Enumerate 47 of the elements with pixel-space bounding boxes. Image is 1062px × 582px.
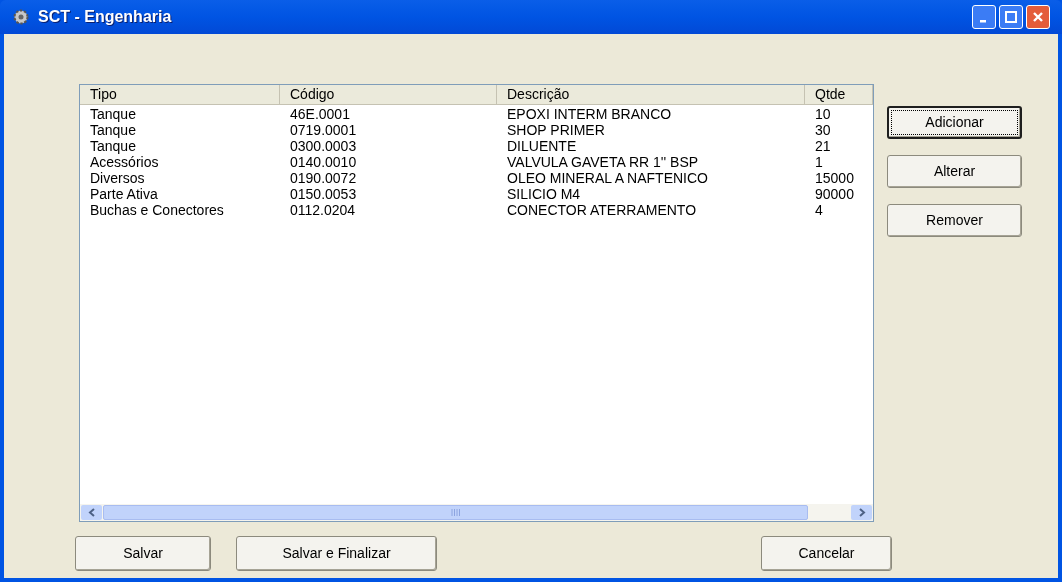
table-cell-text: 4 <box>814 202 824 218</box>
push-button[interactable]: Salvar e Finalizar <box>236 536 437 571</box>
table-cell-text: 0719.0001 <box>289 122 358 138</box>
push-button[interactable]: Remover <box>887 204 1022 237</box>
column-header[interactable]: Descrição <box>497 85 805 104</box>
gear-icon <box>12 8 30 26</box>
table-cell-text: SHOP PRIMER <box>506 122 606 138</box>
close-icon[interactable] <box>1026 5 1050 29</box>
table-cell-text: 90000 <box>814 186 855 202</box>
table-cell-text: 10 <box>814 106 832 122</box>
table-cell-text: 0112.0204 <box>289 202 357 218</box>
table-cell-text: Tanque <box>89 106 137 122</box>
scroll-right-icon[interactable] <box>851 505 872 520</box>
table-cell-text: Buchas e Conectores <box>89 202 225 218</box>
minimize-icon[interactable] <box>972 5 996 29</box>
table-cell-text: 0140.0010 <box>289 154 358 170</box>
window-title: SCT - Engenharia <box>38 7 172 27</box>
table-cell-text: Tanque <box>89 138 137 154</box>
table-cell-text: 0190.0072 <box>289 170 358 186</box>
table-cell-text: 0150.0053 <box>289 186 358 202</box>
table-cell-text: 21 <box>814 138 832 154</box>
table-cell-text: Acessórios <box>89 154 160 170</box>
maximize-icon[interactable] <box>999 5 1023 29</box>
table-cell-text: Diversos <box>89 170 146 186</box>
table-cell-text: Parte Ativa <box>89 186 159 202</box>
table-cell-text: CONECTOR ATERRAMENTO <box>506 202 698 218</box>
column-header[interactable]: Qtde <box>805 85 873 104</box>
push-button[interactable]: Alterar <box>887 155 1022 188</box>
table-cell-text: SILICIO M4 <box>506 186 582 202</box>
table-cell-text: 30 <box>814 122 832 138</box>
column-header[interactable]: Tipo <box>80 85 280 104</box>
table-cell-text: 0300.0003 <box>289 138 358 154</box>
scroll-left-icon[interactable] <box>81 505 102 520</box>
push-button[interactable]: Salvar <box>75 536 211 571</box>
table-cell-text: EPOXI INTERM BRANCO <box>506 106 673 122</box>
table-cell-text: Tanque <box>89 122 137 138</box>
table-cell-text: 1 <box>814 154 824 170</box>
push-button[interactable]: Cancelar <box>761 536 892 571</box>
table-cell-text: 15000 <box>814 170 855 186</box>
table-cell-text: 46E.0001 <box>289 106 351 122</box>
table-cell-text: DILUENTE <box>506 138 578 154</box>
push-button[interactable]: Adicionar <box>887 106 1022 139</box>
horizontal-scrollbar[interactable] <box>80 504 873 521</box>
table-cell-text: OLEO MINERAL A NAFTENICO <box>506 170 709 186</box>
scroll-thumb[interactable] <box>103 505 808 520</box>
table-cell-text: VALVULA GAVETA RR 1'' BSP <box>506 154 700 170</box>
column-header[interactable]: Código <box>280 85 497 104</box>
